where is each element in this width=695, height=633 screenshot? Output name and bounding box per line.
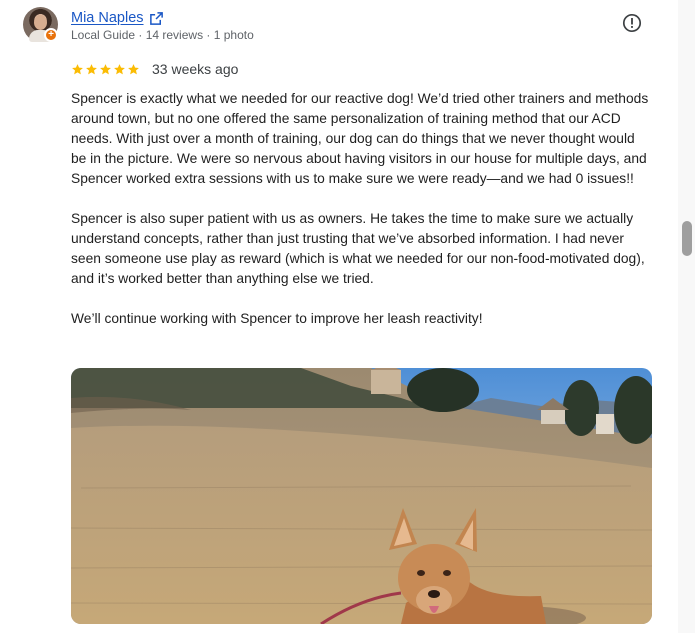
star-icon bbox=[114, 63, 125, 74]
review-text: Spencer is exactly what we needed for ou… bbox=[71, 89, 651, 349]
star-icon bbox=[72, 63, 83, 74]
local-guide-badge-icon: + bbox=[44, 28, 58, 42]
star-icon bbox=[100, 63, 111, 74]
scrollbar-track[interactable] bbox=[678, 0, 695, 633]
scrollbar-thumb[interactable] bbox=[682, 221, 692, 256]
reviewer-name-link[interactable]: Mia Naples bbox=[71, 10, 144, 26]
review-card: + Mia Naples Local Guide · 14 reviews · … bbox=[0, 0, 680, 633]
rating-row: 33 weeks ago bbox=[71, 61, 238, 77]
review-paragraph: Spencer is also super patient with us as… bbox=[71, 211, 645, 286]
review-paragraph: We’ll continue working with Spencer to i… bbox=[71, 311, 483, 326]
review-date: 33 weeks ago bbox=[152, 61, 239, 77]
avatar-face bbox=[34, 15, 47, 30]
star-icon bbox=[128, 63, 139, 74]
report-icon[interactable] bbox=[622, 13, 642, 33]
review-photo[interactable] bbox=[71, 368, 652, 624]
reviewer-meta: Local Guide · 14 reviews · 1 photo bbox=[71, 28, 254, 42]
external-link-icon[interactable] bbox=[149, 11, 164, 26]
reviewer-name-row: Mia Naples bbox=[71, 9, 164, 27]
review-paragraph: Spencer is exactly what we needed for ou… bbox=[71, 91, 649, 186]
star-icon bbox=[86, 63, 97, 74]
dog-in-field-photo bbox=[71, 368, 652, 624]
star-rating bbox=[71, 63, 140, 76]
